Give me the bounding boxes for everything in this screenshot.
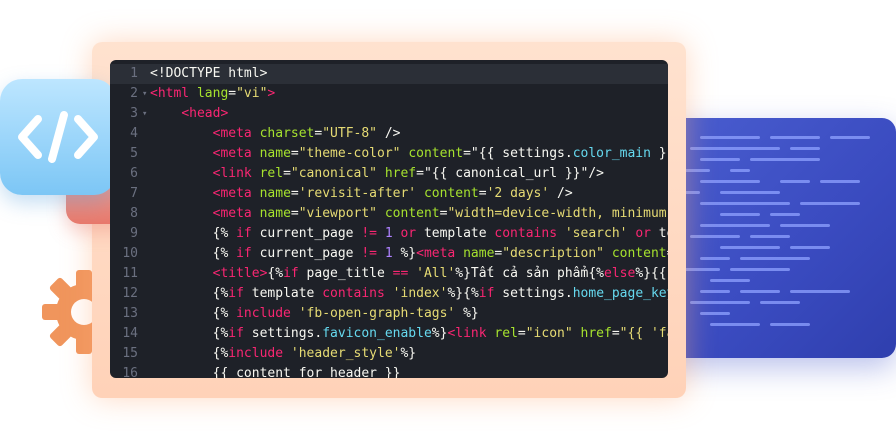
- line-number: 6: [130, 166, 138, 181]
- code-line: 16 {{ content_for_header }}: [110, 364, 668, 378]
- code-line: 8 <meta name="viewport" content="width=d…: [110, 204, 668, 224]
- code-line-bar: [700, 312, 730, 315]
- code-editor: 1 <!DOCTYPE html> 2 ▾ <html lang="vi"> 3 ▾ <he…: [110, 60, 668, 378]
- code-line-bar: [690, 301, 750, 304]
- line-number: 11: [122, 266, 138, 281]
- code-line-bar: [720, 213, 760, 216]
- line-number: 3: [130, 106, 138, 121]
- code-line-bar: [790, 246, 830, 249]
- code-line-bar: [700, 136, 760, 139]
- code-text: {%include 'header_style'%}: [150, 346, 417, 361]
- code-line-bar: [730, 268, 790, 271]
- code-text: {{ content_for_header }}: [150, 366, 401, 378]
- line-number: 10: [122, 246, 138, 261]
- line-number: 14: [122, 326, 138, 341]
- code-text: {% if current_page != 1 or template cont…: [150, 226, 668, 241]
- code-line-bar: [720, 191, 780, 194]
- code-line-bar: [740, 290, 780, 293]
- code-line: 6 <link rel="canonical" href="{{ canonic…: [110, 164, 668, 184]
- code-line: 7 <meta name='revisit-after' content='2 …: [110, 184, 668, 204]
- code-line-bar: [700, 158, 740, 161]
- line-number: 8: [130, 206, 138, 221]
- code-line-bar: [690, 235, 740, 238]
- code-text: <head>: [181, 106, 229, 121]
- code-line-bar: [700, 180, 760, 183]
- code-line-bar: [830, 136, 870, 139]
- code-line-bar: [770, 136, 820, 139]
- code-text: <meta charset="UTF-8" />: [212, 126, 401, 141]
- code-line: 10 {% if current_page != 1 %}<meta name=…: [110, 244, 668, 264]
- code-text: <!DOCTYPE html>: [150, 66, 268, 81]
- code-line-bar: [690, 147, 780, 150]
- code-line-bar: [750, 235, 790, 238]
- code-text: <meta name="theme-color" content="{{ set…: [212, 146, 668, 161]
- line-number: 9: [130, 226, 138, 241]
- code-line: 15 {%include 'header_style'%}: [110, 344, 668, 364]
- code-line-bar: [750, 158, 820, 161]
- code-line-bar: [820, 180, 860, 183]
- code-text: <link rel="canonical" href="{{ canonical…: [212, 166, 604, 181]
- code-line-bar: [790, 147, 820, 150]
- code-line: 14 {%if settings.favicon_enable%}<link r…: [110, 324, 668, 344]
- fold-arrow-icon[interactable]: ▾: [142, 84, 147, 104]
- code-line-bar: [700, 290, 730, 293]
- line-number: 12: [122, 286, 138, 301]
- code-line: 9 {% if current_page != 1 or template co…: [110, 224, 668, 244]
- line-number: 2: [130, 86, 138, 101]
- code-tag-tile: [0, 79, 116, 195]
- code-line-bar: [720, 246, 780, 249]
- code-line-bar: [680, 268, 720, 271]
- code-line: 12 {%if template contains 'index'%}{%if …: [110, 284, 668, 304]
- code-text: <meta name='revisit-after' content='2 da…: [212, 186, 573, 201]
- code-line-bar: [770, 213, 800, 216]
- line-number: 5: [130, 146, 138, 161]
- line-number: 15: [122, 346, 138, 361]
- line-number: 7: [130, 186, 138, 201]
- line-number: 13: [122, 306, 138, 321]
- code-text: {% include 'fb-open-graph-tags' %}: [150, 306, 479, 321]
- code-line-bar: [710, 323, 760, 326]
- code-line: 5 <meta name="theme-color" content="{{ s…: [110, 144, 668, 164]
- code-line: 4 <meta charset="UTF-8" />: [110, 124, 668, 144]
- code-text: <title>{%if page_title == 'All'%}Tất cả …: [212, 266, 667, 281]
- code-line-bar: [770, 323, 810, 326]
- code-line: 3 ▾ <head>: [110, 104, 668, 124]
- code-text: {%if template contains 'index'%}{%if set…: [150, 286, 668, 301]
- code-line: 2 ▾ <html lang="vi">: [110, 84, 668, 104]
- code-line-bar: [700, 257, 730, 260]
- code-text: {%if settings.favicon_enable%}<link rel=…: [150, 326, 668, 341]
- code-line-bar: [700, 202, 790, 205]
- code-line: 13 {% include 'fb-open-graph-tags' %}: [110, 304, 668, 324]
- code-line-bar: [710, 279, 750, 282]
- code-tag-icon: [18, 111, 98, 163]
- fold-arrow-icon[interactable]: ▾: [142, 104, 147, 124]
- code-line: 11 <title>{%if page_title == 'All'%}Tất …: [110, 264, 668, 284]
- code-line-bar: [790, 290, 850, 293]
- line-number: 4: [130, 126, 138, 141]
- line-number: 1: [130, 66, 138, 81]
- code-text: {% if current_page != 1 %}<meta name="de…: [150, 246, 668, 261]
- code-line-bar: [800, 202, 860, 205]
- code-text: <meta name="viewport" content="width=dev…: [212, 206, 668, 221]
- code-text: <html lang="vi">: [150, 86, 276, 101]
- code-line: 1 <!DOCTYPE html>: [110, 64, 668, 84]
- code-line-bar: [780, 224, 830, 227]
- code-line-bar: [780, 180, 810, 183]
- code-line-bar: [700, 224, 770, 227]
- line-number: 16: [122, 366, 138, 378]
- code-line-bar: [730, 169, 750, 172]
- code-line-bar: [760, 301, 800, 304]
- code-line-bar: [740, 257, 810, 260]
